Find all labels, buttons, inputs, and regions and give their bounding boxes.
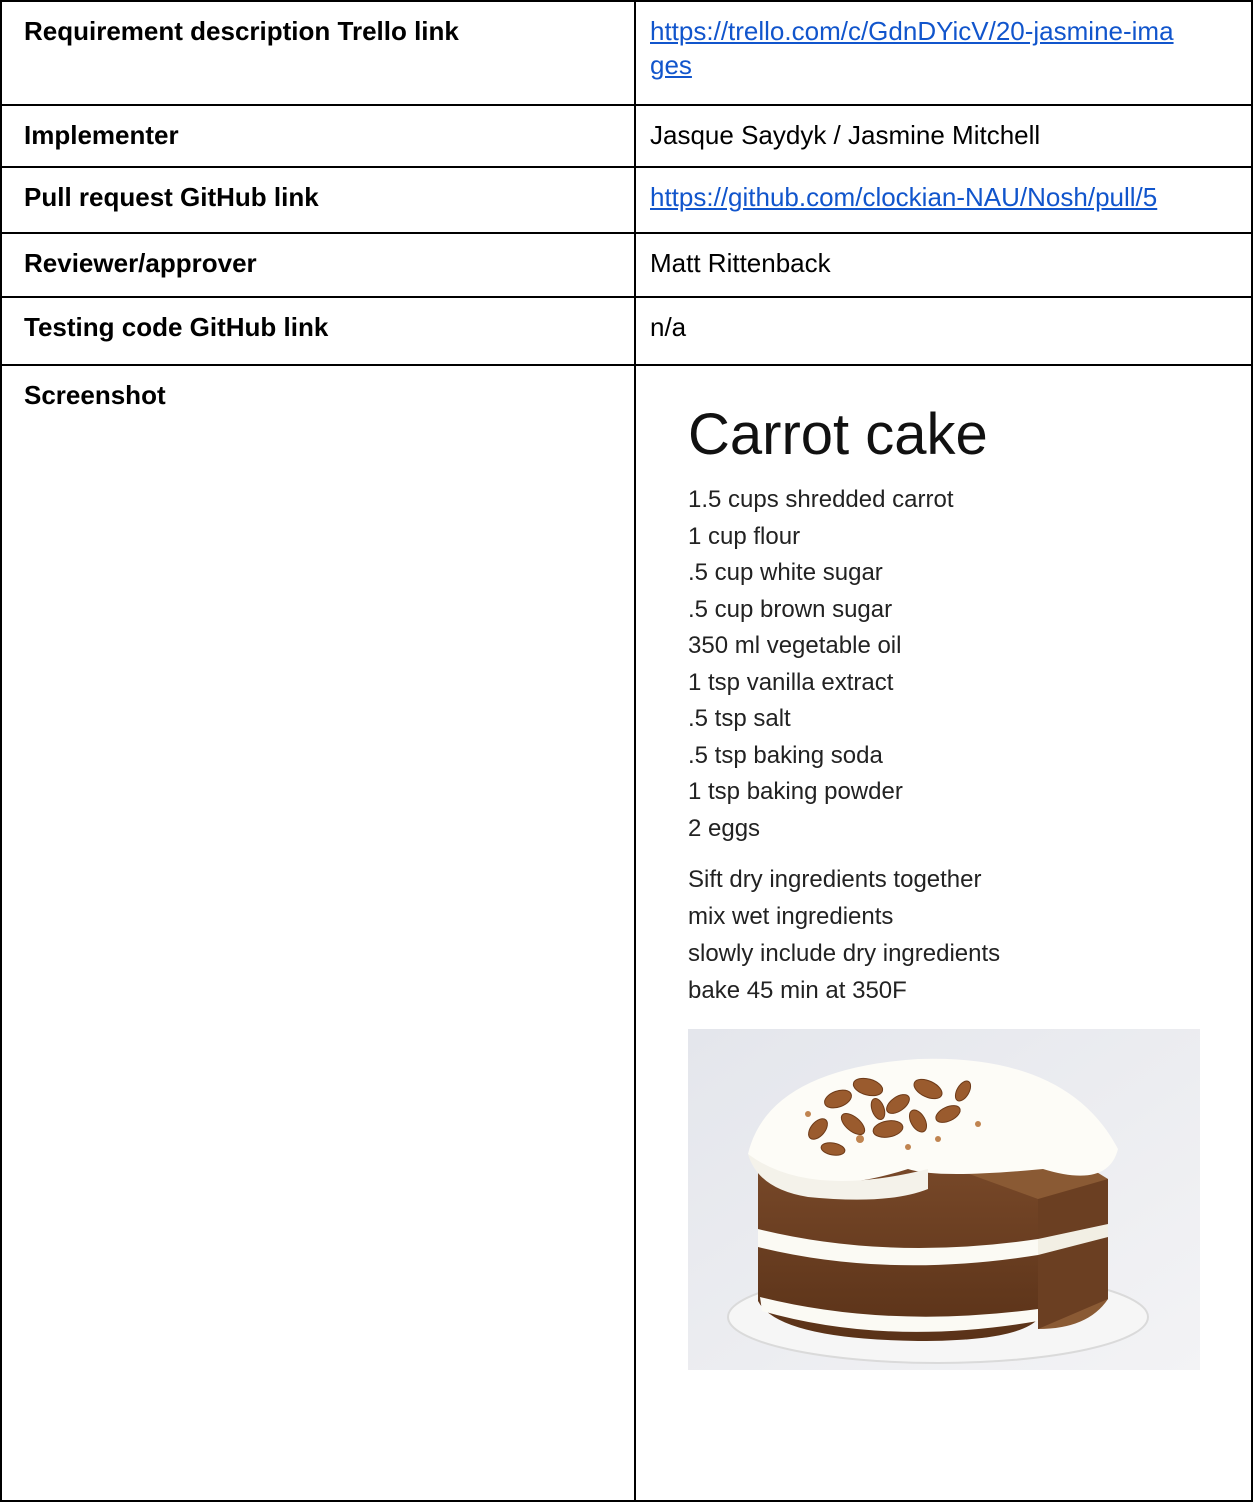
review-table: Requirement description Trello link http… <box>0 0 1253 1502</box>
list-item: 1 tsp vanilla extract <box>688 668 894 696</box>
row-label-implementer: Implementer <box>0 104 636 168</box>
row-value-trello: https://trello.com/c/GdnDYicV/20-jasmine… <box>634 0 1253 106</box>
recipe-title: Carrot cake <box>688 402 988 467</box>
cake-photo <box>688 1029 1200 1370</box>
pull-request-link[interactable]: https://github.com/clockian-NAU/Nosh/pul… <box>650 182 1157 212</box>
table-row: Implementer Jasque Saydyk / Jasmine Mitc… <box>0 104 1253 168</box>
table-row: Testing code GitHub link n/a <box>0 296 1253 366</box>
list-item: 1 tsp baking powder <box>688 778 903 805</box>
embedded-screenshot: Carrot cake 1.5 cups shredded carrot 1 c… <box>688 402 1208 1370</box>
list-item: 350 ml vegetable oil <box>688 632 902 659</box>
list-item: .5 cup white sugar <box>688 559 883 586</box>
row-label-reviewer: Reviewer/approver <box>0 232 636 298</box>
list-item: 1.5 cups shredded carrot <box>688 486 954 513</box>
row-label-screenshot: Screenshot <box>0 364 636 1502</box>
list-item: .5 tsp salt <box>688 705 791 732</box>
row-label-pull-request: Pull request GitHub link <box>0 166 636 234</box>
list-item: .5 cup brown sugar <box>688 595 893 623</box>
list-item: bake 45 min at 350F <box>688 977 907 1004</box>
table-row: Screenshot Carrot cake 1.5 cups shredded… <box>0 364 1253 1502</box>
trello-link-line2: ges <box>650 50 692 80</box>
trello-link-line1: https://trello.com/c/GdnDYicV/20-jasmine… <box>650 16 1174 46</box>
row-value-pull-request: https://github.com/clockian-NAU/Nosh/pul… <box>634 166 1253 234</box>
ingredient-list: 1.5 cups shredded carrot 1 cup flour .5 … <box>688 482 1208 847</box>
row-value-reviewer: Matt Rittenback <box>634 232 1253 298</box>
row-label-testing-code: Testing code GitHub link <box>0 296 636 366</box>
step-list: Sift dry ingredients together mix wet in… <box>688 861 1208 1009</box>
table-row: Reviewer/approver Matt Rittenback <box>0 232 1253 298</box>
row-value-implementer: Jasque Saydyk / Jasmine Mitchell <box>634 104 1253 168</box>
trello-link[interactable]: https://trello.com/c/GdnDYicV/20-jasmine… <box>650 16 1174 80</box>
list-item: .5 tsp baking soda <box>688 741 883 769</box>
list-item: 1 cup flour <box>688 522 801 550</box>
table-row: Pull request GitHub link https://github.… <box>0 166 1253 234</box>
list-item: 2 eggs <box>688 814 761 842</box>
list-item: mix wet ingredients <box>688 903 894 930</box>
row-label-trello: Requirement description Trello link <box>0 0 636 106</box>
list-item: slowly include dry ingredients <box>688 940 1001 967</box>
list-item: Sift dry ingredients together <box>688 866 982 893</box>
row-value-testing-code: n/a <box>634 296 1253 366</box>
row-value-screenshot: Carrot cake 1.5 cups shredded carrot 1 c… <box>634 364 1253 1502</box>
table-row: Requirement description Trello link http… <box>0 0 1253 106</box>
